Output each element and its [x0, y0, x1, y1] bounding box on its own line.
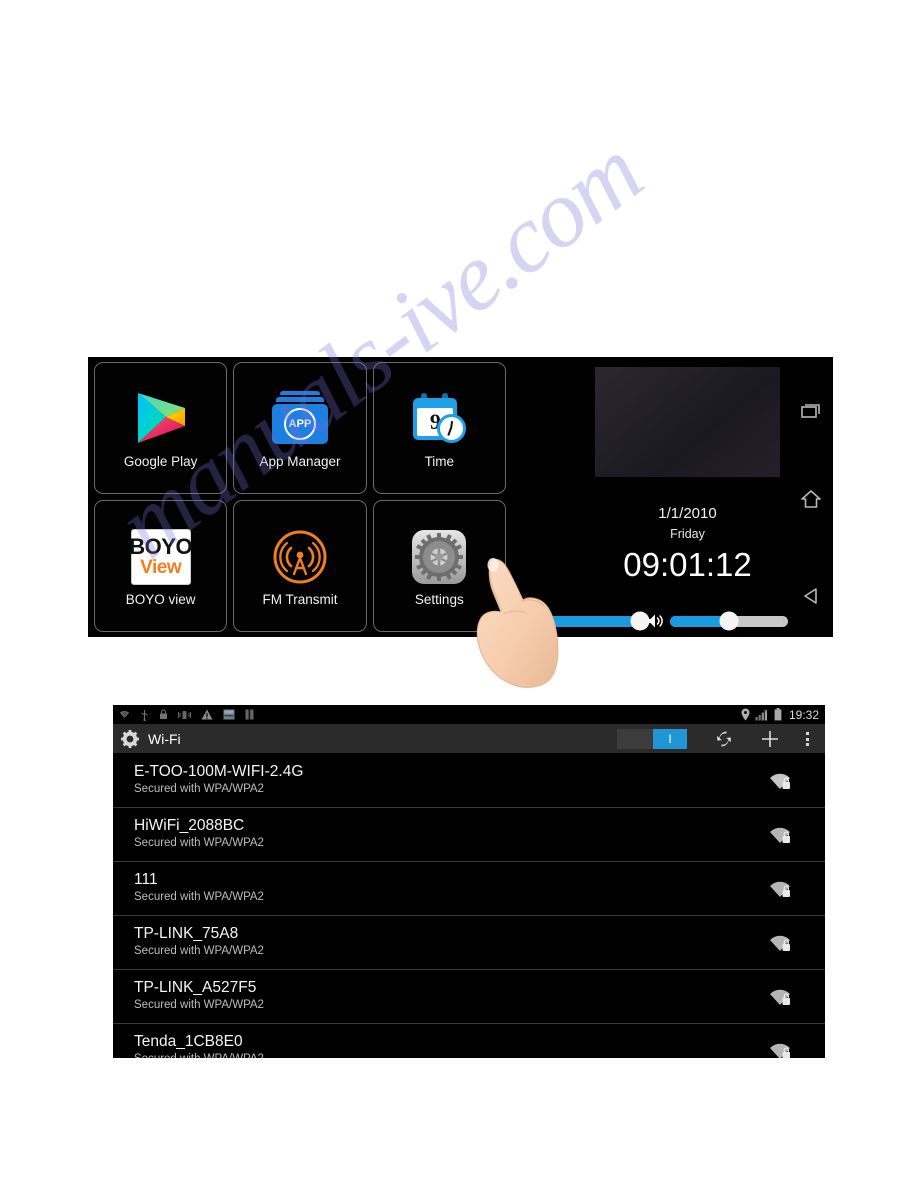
- home-icon[interactable]: [788, 482, 833, 516]
- wifi-settings-screenshot: ? x 19:32 Wi-Fi I E-TOO-100M-WIFI-2.4G S…: [113, 705, 825, 1058]
- wifi-ssid: TP-LINK_A527F5: [134, 979, 257, 996]
- app-label: BOYO view: [125, 591, 196, 607]
- status-bar-clock: 19:32: [788, 707, 819, 722]
- location-icon: [741, 708, 750, 721]
- wifi-security: Secured with WPA/WPA2: [134, 945, 264, 958]
- wifi-signal-lock-icon: [768, 824, 792, 846]
- volume-slider[interactable]: [670, 611, 788, 631]
- wifi-signal-lock-icon: [768, 878, 792, 900]
- fm-transmit-icon: [269, 526, 331, 588]
- wifi-signal-lock-icon: [768, 986, 792, 1008]
- sdcard-icon: [223, 709, 235, 720]
- pointing-hand-illustration: [476, 558, 559, 688]
- wifi-network-list: E-TOO-100M-WIFI-2.4G Secured with WPA/WP…: [113, 754, 825, 1058]
- app-label: Time: [424, 453, 455, 469]
- app-grid: Google Play APP App Manager 9 Time BOYO …: [94, 362, 506, 632]
- status-bar: ? x 19:32: [113, 705, 825, 724]
- status-bar-right-icons: x 19:32: [741, 705, 819, 724]
- app-tile-fm-transmit[interactable]: FM Transmit: [233, 500, 367, 632]
- wifi-network-row[interactable]: HiWiFi_2088BC Secured with WPA/WPA2: [113, 808, 825, 862]
- boyo-logo-top: BOYO: [129, 533, 193, 559]
- recent-apps-icon[interactable]: [788, 393, 833, 427]
- wifi-security: Secured with WPA/WPA2: [134, 783, 264, 796]
- sim-icon: [245, 709, 254, 720]
- date-label: 1/1/2010: [658, 505, 717, 522]
- wifi-ssid: HiWiFi_2088BC: [134, 817, 245, 834]
- wifi-signal-lock-icon: [768, 770, 792, 792]
- settings-gear-icon[interactable]: [119, 729, 141, 748]
- wifi-security: Secured with WPA/WPA2: [134, 891, 264, 904]
- signal-no-sim-icon: x: [755, 708, 769, 721]
- status-bar-left-icons: ?: [119, 709, 254, 721]
- wifi-security: Secured with WPA/WPA2: [134, 1051, 825, 1058]
- app-tile-google-play[interactable]: Google Play: [94, 362, 228, 494]
- wifi-network-row[interactable]: E-TOO-100M-WIFI-2.4G Secured with WPA/WP…: [113, 754, 825, 808]
- app-manager-icon: APP: [269, 388, 331, 450]
- lock-icon: [159, 709, 168, 720]
- android-navigation-bar: [788, 357, 833, 637]
- wifi-signal-lock-icon: [768, 932, 792, 954]
- app-manager-badge: APP: [283, 407, 316, 440]
- plus-icon[interactable]: [747, 724, 793, 754]
- time-icon: 9: [408, 388, 470, 450]
- vibrate-icon: [178, 710, 191, 720]
- boyo-view-icon: BOYO View: [129, 526, 193, 588]
- weekday-label: Friday: [670, 527, 705, 541]
- wifi-ssid: E-TOO-100M-WIFI-2.4G: [134, 763, 304, 780]
- app-tile-time[interactable]: 9 Time: [372, 362, 506, 494]
- wifi-ssid: TP-LINK_75A8: [134, 925, 239, 942]
- wifi-network-row[interactable]: 111 Secured with WPA/WPA2: [113, 862, 825, 916]
- wifi-network-row[interactable]: TP-LINK_A527F5 Secured with WPA/WPA2: [113, 970, 825, 1024]
- wifi-network-row[interactable]: TP-LINK_75A8 Secured with WPA/WPA2: [113, 916, 825, 970]
- app-tile-boyo-view[interactable]: BOYO View BOYO view: [94, 500, 228, 632]
- back-icon[interactable]: [788, 579, 833, 613]
- overflow-dots-icon[interactable]: [793, 724, 821, 754]
- clock-label: 09:01:12: [623, 546, 752, 583]
- wifi-security: Secured with WPA/WPA2: [134, 837, 264, 850]
- wifi-security: Secured with WPA/WPA2: [134, 999, 264, 1012]
- wifi-action-bar: Wi-Fi I: [113, 724, 825, 754]
- google-play-icon: [130, 388, 192, 450]
- video-preview-widget[interactable]: [595, 367, 780, 477]
- wifi-toggle-switch[interactable]: I: [617, 729, 687, 749]
- app-label: App Manager: [259, 453, 341, 469]
- wifi-toggle-label: I: [653, 729, 687, 749]
- app-label: Google Play: [123, 453, 198, 469]
- action-bar-buttons: I: [617, 724, 821, 754]
- warning-icon: [201, 709, 213, 720]
- wifi-ssid: Tenda_1CB8E0: [134, 1033, 243, 1050]
- wifi-ssid: 111: [134, 871, 158, 888]
- wifi-signal-lock-icon: [768, 1040, 792, 1058]
- app-tile-app-manager[interactable]: APP App Manager: [233, 362, 367, 494]
- usb-icon: [140, 709, 149, 721]
- page-title: Wi-Fi: [148, 730, 181, 747]
- wifi-question-icon: ?: [119, 709, 130, 720]
- app-label: FM Transmit: [262, 591, 338, 607]
- wifi-network-row[interactable]: Tenda_1CB8E0 Secured with WPA/WPA2: [113, 1024, 825, 1058]
- svg-text:?: ?: [123, 712, 126, 718]
- refresh-scan-icon[interactable]: [701, 724, 747, 754]
- boyo-logo-bottom: View: [140, 556, 182, 578]
- battery-icon: [774, 708, 782, 721]
